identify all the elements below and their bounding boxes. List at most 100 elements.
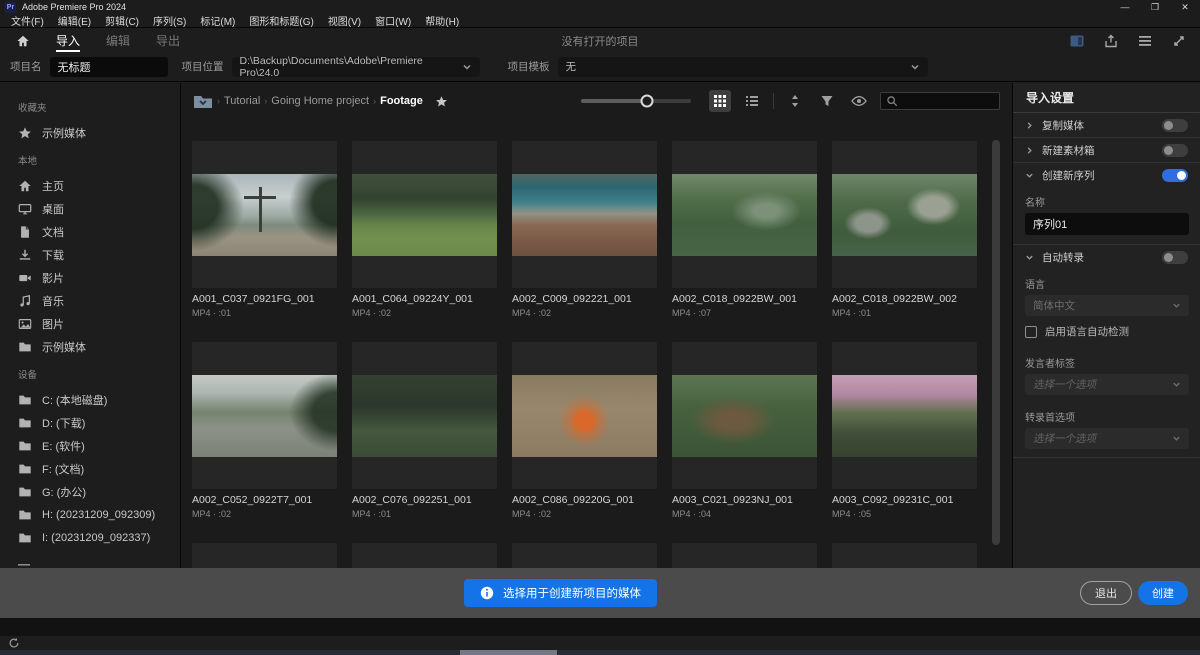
sidebar-item-sample-media-fav[interactable]: 示例媒体 (0, 121, 180, 144)
sidebar-item-drive-f[interactable]: F: (文档) (0, 457, 180, 480)
auto-transcribe-label: 自动转录 (1042, 250, 1084, 265)
new-bin-row[interactable]: 新建素材箱 (1013, 138, 1200, 163)
transcribe-prefs-select[interactable]: 选择一个选项 (1025, 428, 1189, 449)
auto-transcribe-row[interactable]: 自动转录 (1013, 245, 1200, 270)
menu-file[interactable]: 文件(F) (4, 13, 51, 28)
breadcrumb-item[interactable]: Going Home project (271, 95, 369, 107)
speaker-select[interactable]: 选择一个选项 (1025, 374, 1189, 395)
sidebar-item-drive-h[interactable]: H: (20231209_092309) (0, 503, 180, 526)
media-tile-partial[interactable] (672, 543, 817, 571)
workspaces-icon[interactable] (1138, 34, 1152, 48)
panel-icon[interactable] (1070, 35, 1084, 47)
close-button[interactable]: ✕ (1170, 0, 1200, 14)
menu-help[interactable]: 帮助(H) (418, 13, 466, 28)
media-browser: › Tutorial › Going Home project › Footag… (181, 83, 1012, 636)
menu-window[interactable]: 窗口(W) (368, 13, 418, 28)
sort-button[interactable] (784, 90, 806, 112)
sidebar-item-drive-e[interactable]: E: (软件) (0, 434, 180, 457)
media-tile[interactable]: A002_C086_09220G_001MP4 · :02 (512, 342, 657, 543)
maximize-button[interactable]: ❐ (1140, 0, 1170, 14)
create-sequence-toggle[interactable] (1162, 169, 1188, 182)
create-sequence-row[interactable]: 创建新序列 (1013, 163, 1200, 188)
video-card (192, 342, 337, 489)
bottom-scrollbar-track[interactable] (0, 650, 1200, 655)
clip-meta: MP4 · :04 (672, 509, 817, 519)
favorite-star-icon[interactable] (435, 95, 448, 108)
sidebar-item-desktop[interactable]: 桌面 (0, 197, 180, 220)
sidebar-item-drive-c[interactable]: C: (本地磁盘) (0, 388, 180, 411)
auto-detect-checkbox[interactable] (1025, 326, 1037, 338)
thumbnail-size-slider[interactable] (581, 99, 691, 103)
menu-sequence[interactable]: 序列(S) (146, 13, 193, 28)
folder-icon (18, 340, 32, 354)
menu-edit[interactable]: 编辑(E) (51, 13, 98, 28)
media-tile[interactable]: A002_C018_0922BW_002MP4 · :01 (832, 141, 977, 342)
language-select[interactable]: 简体中文 (1025, 295, 1189, 316)
project-template-select[interactable]: 无 (558, 57, 928, 77)
media-tile[interactable]: A002_C076_092251_001MP4 · :01 (352, 342, 497, 543)
copy-media-toggle[interactable] (1162, 119, 1188, 132)
project-location-select[interactable]: D:\Backup\Documents\Adobe\Premiere Pro\2… (232, 57, 480, 77)
grid-view-button[interactable] (709, 90, 731, 112)
minimize-button[interactable]: — (1110, 0, 1140, 14)
search-input[interactable] (903, 96, 994, 107)
media-tile[interactable]: A003_C092_09231C_001MP4 · :05 (832, 342, 977, 543)
sidebar-item-movies[interactable]: 影片 (0, 266, 180, 289)
menu-markers[interactable]: 标记(M) (193, 13, 242, 28)
exit-button[interactable]: 退出 (1080, 581, 1132, 605)
media-tile-partial[interactable] (512, 543, 657, 571)
search-box[interactable] (880, 92, 1000, 110)
create-button[interactable]: 创建 (1138, 581, 1188, 605)
preview-eye-button[interactable] (848, 90, 870, 112)
sync-icon[interactable] (8, 637, 20, 649)
media-tile-partial[interactable] (352, 543, 497, 571)
list-view-button[interactable] (741, 90, 763, 112)
filter-button[interactable] (816, 90, 838, 112)
grid-row: A002_C052_0922T7_001MP4 · :02 A002_C076_… (192, 342, 1012, 543)
breadcrumb-item[interactable]: Tutorial (224, 95, 260, 107)
project-name-input[interactable] (50, 57, 168, 77)
copy-media-row[interactable]: 复制媒体 (1013, 113, 1200, 138)
premiere-logo-icon: Pr (5, 2, 16, 13)
view-toolbar (581, 83, 1000, 119)
menu-view[interactable]: 视图(V) (321, 13, 368, 28)
media-tile[interactable]: A002_C018_0922BW_001MP4 · :07 (672, 141, 817, 342)
tab-edit[interactable]: 编辑 (106, 29, 130, 52)
sidebar-item-drive-d[interactable]: D: (下载) (0, 411, 180, 434)
clip-name: A003_C092_09231C_001 (832, 494, 977, 506)
tab-import[interactable]: 导入 (56, 29, 80, 52)
breadcrumb-item-current[interactable]: Footage (380, 95, 423, 107)
bottom-scrollbar-thumb[interactable] (460, 650, 557, 655)
new-bin-toggle[interactable] (1162, 144, 1188, 157)
sidebar-item-label: 影片 (42, 270, 64, 286)
clip-name: A002_C086_09220G_001 (512, 494, 657, 506)
folder-dropdown-icon[interactable] (193, 94, 213, 109)
vertical-scrollbar[interactable] (992, 140, 1000, 545)
media-tile[interactable]: A001_C037_0921FG_001MP4 · :01 (192, 141, 337, 342)
auto-detect-row[interactable]: 启用语言自动检测 (1025, 324, 1188, 339)
clip-meta: MP4 · :07 (672, 308, 817, 318)
media-tile-partial[interactable] (192, 543, 337, 571)
menu-clip[interactable]: 剪辑(C) (98, 13, 146, 28)
sidebar-item-downloads[interactable]: 下载 (0, 243, 180, 266)
share-icon[interactable] (1104, 34, 1118, 48)
media-tile[interactable]: A001_C064_09224Y_001MP4 · :02 (352, 141, 497, 342)
tab-export[interactable]: 导出 (156, 29, 180, 52)
sidebar-item-drive-g[interactable]: G: (办公) (0, 480, 180, 503)
menu-graphics[interactable]: 图形和标题(G) (242, 13, 320, 28)
sidebar-item-music[interactable]: 音乐 (0, 289, 180, 312)
media-tile[interactable]: A002_C009_092221_001MP4 · :02 (512, 141, 657, 342)
fullscreen-icon[interactable] (1172, 34, 1186, 48)
sidebar-item-home[interactable]: 主页 (0, 174, 180, 197)
media-tile[interactable]: A002_C052_0922T7_001MP4 · :02 (192, 342, 337, 543)
sequence-name-input[interactable] (1025, 213, 1189, 235)
sidebar-item-pictures[interactable]: 图片 (0, 312, 180, 335)
sidebar-item-drive-i[interactable]: I: (20231209_092337) (0, 526, 180, 549)
media-tile-partial[interactable] (832, 543, 977, 571)
slider-knob[interactable] (641, 95, 654, 108)
sidebar-item-documents[interactable]: 文档 (0, 220, 180, 243)
sidebar-item-sample-media[interactable]: 示例媒体 (0, 335, 180, 358)
home-icon[interactable] (16, 34, 30, 48)
media-tile[interactable]: A003_C021_0923NJ_001MP4 · :04 (672, 342, 817, 543)
auto-transcribe-toggle[interactable] (1162, 251, 1188, 264)
